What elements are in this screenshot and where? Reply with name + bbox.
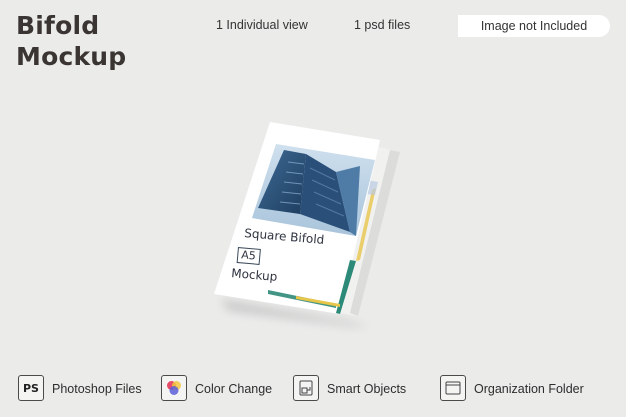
feature-label: Smart Objects [327, 382, 407, 396]
cover-size-tag: A5 [236, 247, 261, 265]
image-not-included-badge: Image not Included [458, 15, 610, 37]
smart-objects-icon [293, 375, 319, 401]
image-not-included-text: Image not Included [480, 19, 588, 33]
psd-files-label: 1 psd files [354, 18, 411, 32]
page-title: Bifold Mockup [16, 10, 126, 72]
bifold-brochure-mockup [200, 110, 420, 340]
brochure-illustration [214, 122, 400, 328]
feature-smart-objects: Smart Objects [293, 375, 406, 401]
photoshop-icon: PS [18, 375, 44, 401]
title-line-1: Bifold [16, 11, 100, 40]
individual-view-label: 1 Individual view [216, 18, 308, 32]
title-line-2: Mockup [16, 42, 127, 71]
color-change-icon [161, 375, 187, 401]
feature-label: Organization Folder [474, 382, 584, 396]
feature-photoshop-files: PS Photoshop Files [18, 375, 142, 401]
feature-organization-folder: Organization Folder [440, 375, 584, 401]
folder-icon [440, 375, 466, 401]
feature-label: Photoshop Files [52, 382, 142, 396]
feature-label: Color Change [195, 382, 273, 396]
feature-color-change: Color Change [161, 375, 272, 401]
